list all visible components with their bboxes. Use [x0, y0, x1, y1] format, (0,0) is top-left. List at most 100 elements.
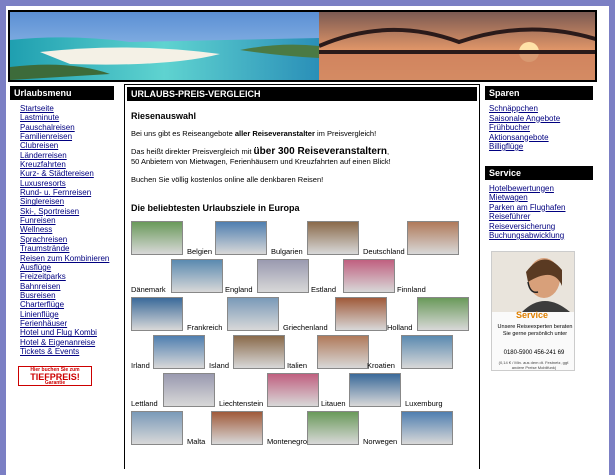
destination-thumbnail[interactable] — [153, 335, 205, 369]
menu-link[interactable]: Funreisen — [20, 216, 56, 225]
destination-thumbnail[interactable] — [401, 335, 453, 369]
destination-thumbnail[interactable] — [131, 221, 183, 255]
menu-link[interactable]: Reisen zum Kombinieren — [20, 254, 109, 263]
destination-thumbnail[interactable] — [407, 221, 459, 255]
destination-thumbnail[interactable] — [417, 297, 469, 331]
service-link[interactable]: Mietwagen — [489, 193, 528, 202]
service-item: Mietwagen — [489, 193, 595, 203]
destination-thumbnail[interactable] — [227, 297, 279, 331]
destination-label[interactable]: Deutschland — [363, 247, 405, 256]
tiefpreis-garantie-badge[interactable]: Hier buchen Sie zum TIEFPREIS! Garantie — [18, 366, 92, 387]
menu-link[interactable]: Busreisen — [20, 291, 56, 300]
menu-item: Pauschalreisen — [20, 123, 116, 132]
destination-thumbnail[interactable] — [163, 373, 215, 407]
service-hotline-ad[interactable]: Service Unsere Reiseexperten beraten Sie… — [491, 250, 575, 371]
destination-thumbnail[interactable] — [257, 259, 309, 293]
menu-item: Singlereisen — [20, 197, 116, 206]
destination-label[interactable]: Frankreich — [187, 323, 222, 332]
service-link[interactable]: Parken am Flughafen — [489, 203, 566, 212]
destination-label[interactable]: Norwegen — [363, 437, 397, 446]
service-price-note: (0,14 € / Min. aus dem dt. Festnetz, ggf… — [498, 359, 570, 370]
destination-label[interactable]: Irland — [131, 361, 150, 370]
service-phone: 0180-5900 456-241 69 — [503, 349, 565, 356]
menu-item: Linienflüge — [20, 310, 116, 319]
menu-link[interactable]: Clubreisen — [20, 141, 58, 150]
service-link[interactable]: Hotelbewertungen — [489, 184, 554, 193]
destination-label[interactable]: Malta — [187, 437, 205, 446]
bridge-photo — [318, 12, 595, 80]
menu-link[interactable]: Hotel und Flug Kombi — [20, 328, 97, 337]
menu-link[interactable]: Ski-, Sportreisen — [20, 207, 79, 216]
destination-label[interactable]: Liechtenstein — [219, 399, 263, 408]
destination-label[interactable]: Luxemburg — [405, 399, 443, 408]
destination-label[interactable]: Litauen — [321, 399, 346, 408]
destination-thumbnail[interactable] — [349, 373, 401, 407]
destination-label[interactable]: Italien — [287, 361, 307, 370]
intro-p1: Bei uns gibt es Reiseangebote aller Reis… — [131, 129, 377, 138]
destination-thumbnail[interactable] — [307, 411, 359, 445]
menu-link[interactable]: Lastminute — [20, 113, 59, 122]
destination-label[interactable]: Montenegro — [267, 437, 307, 446]
sparen-link[interactable]: Billigflüge — [489, 142, 523, 151]
destination-thumbnail[interactable] — [131, 297, 183, 331]
main-title: URLAUBS-PREIS-VERGLEICH — [127, 87, 477, 101]
service-link[interactable]: Buchungsabwicklung — [489, 231, 564, 240]
service-link[interactable]: Reiseführer — [489, 212, 530, 221]
sparen-link[interactable]: Saisonale Angebote — [489, 114, 560, 123]
destination-thumbnail[interactable] — [335, 297, 387, 331]
menu-link[interactable]: Familienreisen — [20, 132, 72, 141]
menu-link[interactable]: Rund- u. Fernreisen — [20, 188, 91, 197]
menu-link[interactable]: Singlereisen — [20, 197, 64, 206]
service-title: Service — [485, 165, 593, 180]
destination-thumbnail[interactable] — [307, 221, 359, 255]
menu-link[interactable]: Startseite — [20, 104, 54, 113]
destination-label[interactable]: Belgien — [187, 247, 212, 256]
destination-thumbnail[interactable] — [343, 259, 395, 293]
menu-link[interactable]: Linienflüge — [20, 310, 59, 319]
destination-label[interactable]: Island — [209, 361, 229, 370]
destination-label[interactable]: Griechenland — [283, 323, 328, 332]
menu-link[interactable]: Hotel & Eigenanreise — [20, 338, 95, 347]
destination-label[interactable]: Holland — [387, 323, 412, 332]
sparen-item: Saisonale Angebote — [489, 114, 595, 124]
destination-thumbnail[interactable] — [401, 411, 453, 445]
menu-link[interactable]: Wellness — [20, 225, 52, 234]
menu-item: Clubreisen — [20, 141, 116, 150]
menu-link[interactable]: Charterflüge — [20, 300, 64, 309]
destination-thumbnail[interactable] — [267, 373, 319, 407]
badge-small: Garantie — [44, 380, 66, 387]
destination-thumbnail[interactable] — [317, 335, 369, 369]
sparen-link[interactable]: Frühbucher — [489, 123, 530, 132]
destination-thumbnail[interactable] — [215, 221, 267, 255]
destination-thumbnail[interactable] — [211, 411, 263, 445]
service-item: Hotelbewertungen — [489, 184, 595, 194]
menu-link[interactable]: Traumstrände — [20, 244, 70, 253]
menu-link[interactable]: Sprachreisen — [20, 235, 67, 244]
menu-link[interactable]: Länderreisen — [20, 151, 67, 160]
destination-thumbnail[interactable] — [233, 335, 285, 369]
right-sidebar: Sparen Schnäppchen Saisonale Angebote Früh… — [483, 84, 595, 371]
destination-thumbnail[interactable] — [171, 259, 223, 293]
destination-label[interactable]: Dänemark — [131, 285, 166, 294]
menu-link[interactable]: Freizeitparks — [20, 272, 66, 281]
menu-link[interactable]: Ferienhäuser — [20, 319, 67, 328]
menu-link[interactable]: Bahnreisen — [20, 282, 60, 291]
destination-label[interactable]: Estland — [311, 285, 336, 294]
menu-link[interactable]: Kurz- & Städtereisen — [20, 169, 94, 178]
menu-link[interactable]: Tickets & Events — [20, 347, 79, 356]
destination-thumbnail[interactable] — [131, 411, 183, 445]
sparen-item: Frühbucher — [489, 123, 595, 133]
sparen-link[interactable]: Schnäppchen — [489, 104, 538, 113]
sparen-link[interactable]: Aktionsangebote — [489, 133, 549, 142]
menu-link[interactable]: Ausflüge — [20, 263, 51, 272]
service-ad-title: Service — [516, 309, 549, 320]
service-link[interactable]: Reiseversicherung — [489, 222, 555, 231]
destination-label[interactable]: England — [225, 285, 253, 294]
destination-label[interactable]: Kroatien — [367, 361, 395, 370]
menu-link[interactable]: Pauschalreisen — [20, 123, 75, 132]
menu-link[interactable]: Kreuzfahrten — [20, 160, 66, 169]
destination-label[interactable]: Bulgarien — [271, 247, 303, 256]
destination-label[interactable]: Lettland — [131, 399, 158, 408]
destination-label[interactable]: Finnland — [397, 285, 426, 294]
menu-link[interactable]: Luxusresorts — [20, 179, 66, 188]
